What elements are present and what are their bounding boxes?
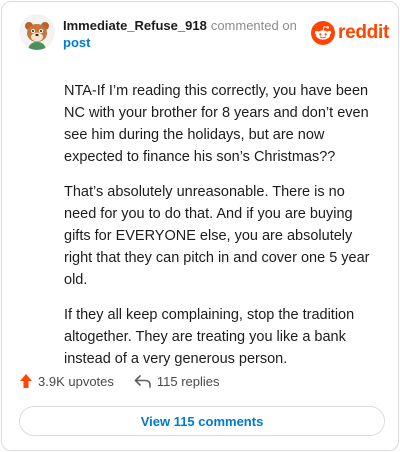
upvote-button[interactable]: 3.9K upvotes bbox=[19, 373, 114, 389]
comment-stats: 3.9K upvotes 115 replies bbox=[19, 371, 220, 391]
view-comments-button[interactable]: View 115 comments bbox=[19, 406, 385, 436]
comment-body: NTA-If I’m reading this correctly, you h… bbox=[64, 80, 378, 383]
comment-meta: Immediate_Refuse_918 commented on post bbox=[63, 17, 313, 51]
upvote-arrow-icon bbox=[20, 374, 32, 388]
reddit-wordmark: reddit bbox=[338, 22, 389, 43]
comment-paragraph: That’s absolutely unreasonable. There is… bbox=[64, 184, 370, 288]
replies-count: 115 replies bbox=[156, 373, 220, 389]
reddit-logo-icon bbox=[311, 21, 336, 45]
comment-paragraph: If they all keep complaining, stop the t… bbox=[64, 307, 355, 367]
reply-arrow-icon bbox=[134, 375, 151, 388]
avatar[interactable] bbox=[19, 14, 55, 50]
comment-header: Immediate_Refuse_918 commented on post re… bbox=[19, 14, 389, 54]
replies-button[interactable]: 115 replies bbox=[134, 374, 220, 389]
upvote-count: 3.9K upvotes bbox=[38, 373, 114, 389]
comment-paragraph: NTA-If I’m reading this correctly, you h… bbox=[64, 83, 369, 165]
author-name[interactable]: Immediate_Refuse_918 bbox=[63, 18, 207, 33]
reddit-brand[interactable]: reddit bbox=[311, 20, 389, 46]
action-text: commented on bbox=[210, 18, 297, 33]
post-link[interactable]: post bbox=[63, 34, 313, 51]
comment-card: Immediate_Refuse_918 commented on post re… bbox=[1, 1, 399, 451]
